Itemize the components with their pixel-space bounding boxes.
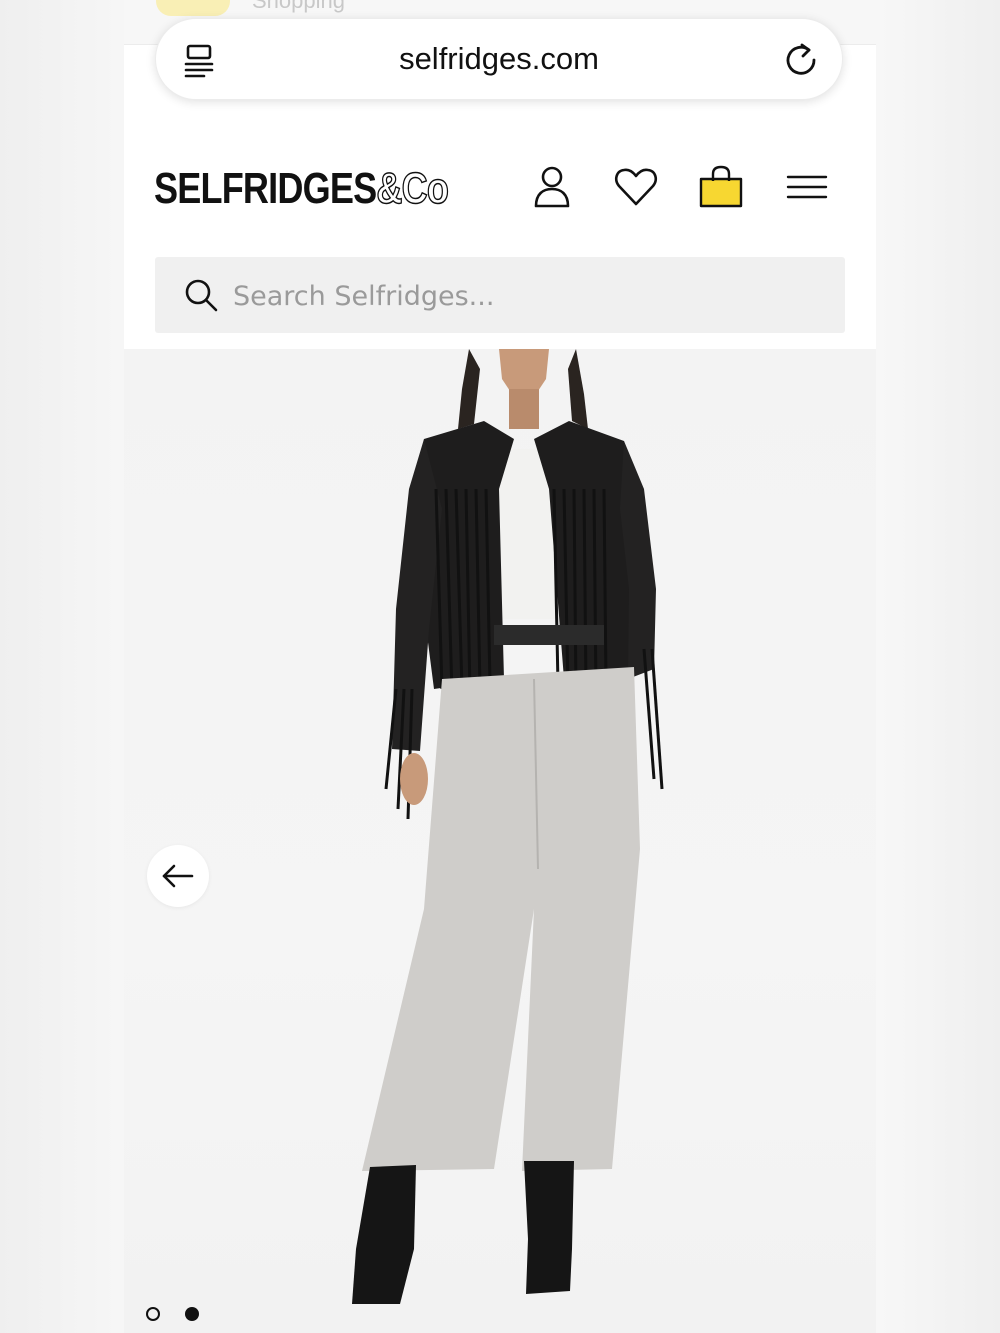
- mobile-browser: Shopping selfridges.com SELFRIDGES&Co Se…: [124, 0, 876, 1333]
- search-input[interactable]: [231, 271, 815, 321]
- left-hand: [400, 753, 428, 805]
- hair-right: [568, 349, 588, 429]
- right-boot: [524, 1161, 574, 1294]
- url-text[interactable]: selfridges.com: [156, 41, 842, 77]
- carousel-dot-1[interactable]: [146, 1307, 160, 1321]
- address-bar[interactable]: selfridges.com: [155, 18, 843, 100]
- site-header: SELFRIDGES&Co: [124, 150, 876, 230]
- hair-left: [458, 349, 480, 429]
- search-icon[interactable]: [183, 277, 219, 313]
- menu-icon[interactable]: [784, 164, 830, 210]
- tab-favicon-pill: [156, 0, 230, 16]
- previous-image-button[interactable]: [147, 845, 209, 907]
- product-gallery[interactable]: [124, 349, 876, 1333]
- product-image[interactable]: [124, 349, 876, 1333]
- wishlist-heart-icon[interactable]: [613, 164, 659, 210]
- previous-tab-label: Shopping: [252, 0, 345, 13]
- account-icon[interactable]: [529, 164, 575, 210]
- viewport: Shopping selfridges.com SELFRIDGES&Co Se…: [0, 0, 1000, 1333]
- studded-belt: [494, 625, 604, 645]
- site-search[interactable]: [155, 257, 845, 333]
- left-boot: [352, 1165, 416, 1304]
- arrow-left-icon: [162, 864, 194, 888]
- reload-icon[interactable]: [782, 41, 820, 79]
- logo-text: SELFRIDGES: [154, 164, 377, 213]
- carousel-dot-2-active[interactable]: [185, 1307, 199, 1321]
- shopping-bag-icon[interactable]: [698, 164, 744, 210]
- selfridges-logo[interactable]: SELFRIDGES&Co: [154, 163, 450, 214]
- logo-suffix: &Co: [376, 163, 450, 214]
- neck: [509, 389, 539, 429]
